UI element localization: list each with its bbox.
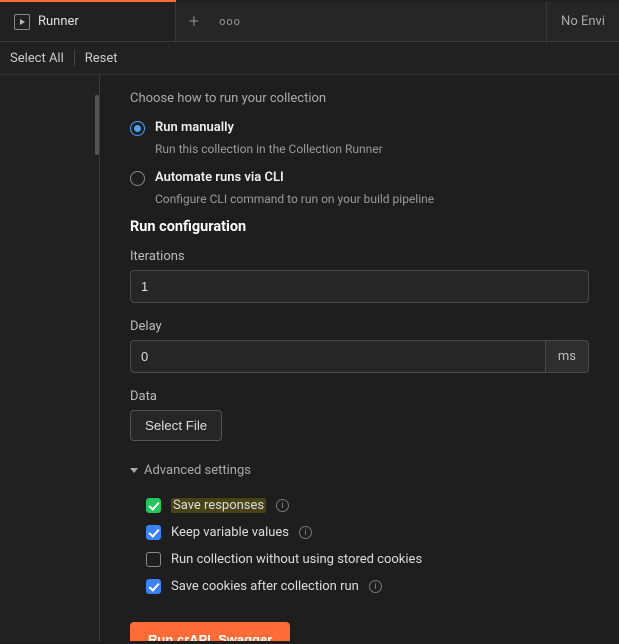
checkbox-label: Run collection without using stored cook…	[171, 552, 422, 567]
checkbox-icon	[146, 579, 161, 594]
divider	[74, 50, 75, 66]
new-tab-button[interactable]: +	[176, 2, 212, 41]
delay-unit: ms	[546, 340, 589, 373]
reset-button[interactable]: Reset	[85, 51, 118, 66]
more-tabs-button[interactable]: ooo	[212, 2, 248, 41]
radio-label: Run manually	[155, 120, 234, 135]
info-icon[interactable]: i	[369, 580, 382, 593]
checkbox-keep-variables[interactable]: Keep variable values i	[130, 519, 589, 546]
checkbox-icon	[146, 552, 161, 567]
tab-label: Runner	[38, 14, 79, 29]
resize-handle[interactable]	[95, 95, 99, 155]
delay-label: Delay	[130, 319, 589, 334]
tab-bar: Runner + ooo No Envi	[0, 2, 619, 42]
environment-selector[interactable]: No Envi	[546, 2, 619, 41]
radio-description: Run this collection in the Collection Ru…	[155, 142, 589, 156]
advanced-label: Advanced settings	[144, 463, 251, 478]
intro-text: Choose how to run your collection	[130, 91, 589, 106]
radio-description: Configure CLI command to run on your bui…	[155, 192, 589, 206]
data-label: Data	[130, 389, 589, 404]
info-icon[interactable]: i	[299, 526, 312, 539]
action-toolbar: Select All Reset	[0, 42, 619, 75]
radio-icon	[130, 121, 145, 136]
config-heading: Run configuration	[130, 218, 589, 235]
checkbox-icon	[146, 525, 161, 540]
plus-icon: +	[189, 11, 199, 32]
main-panel: Choose how to run your collection Run ma…	[100, 75, 619, 641]
checkbox-save-responses[interactable]: Save responses i	[130, 492, 589, 519]
run-mode-manual[interactable]: Run manually	[130, 118, 589, 138]
tab-runner[interactable]: Runner	[0, 2, 176, 41]
environment-label: No Envi	[561, 14, 605, 29]
iterations-label: Iterations	[130, 249, 589, 264]
checkbox-label: Keep variable values	[171, 525, 289, 540]
play-icon	[14, 14, 30, 30]
advanced-settings-toggle[interactable]: Advanced settings	[130, 463, 589, 478]
select-all-button[interactable]: Select All	[10, 51, 64, 66]
chevron-down-icon	[130, 468, 138, 473]
radio-icon	[130, 171, 145, 186]
iterations-input[interactable]	[130, 270, 589, 303]
dots-icon: ooo	[219, 15, 241, 28]
info-icon[interactable]: i	[276, 499, 289, 512]
left-rail	[0, 75, 100, 641]
checkbox-save-cookies[interactable]: Save cookies after collection run i	[130, 573, 589, 600]
select-file-button[interactable]: Select File	[130, 410, 222, 441]
radio-label: Automate runs via CLI	[155, 170, 284, 185]
run-mode-cli[interactable]: Automate runs via CLI	[130, 168, 589, 188]
checkbox-no-cookies[interactable]: Run collection without using stored cook…	[130, 546, 589, 573]
checkbox-label: Save cookies after collection run	[171, 579, 359, 594]
delay-input[interactable]	[130, 340, 546, 373]
checkbox-icon	[146, 498, 161, 513]
checkbox-label: Save responses	[171, 498, 266, 513]
run-collection-button[interactable]: Run crAPI_Swagger	[130, 622, 290, 641]
